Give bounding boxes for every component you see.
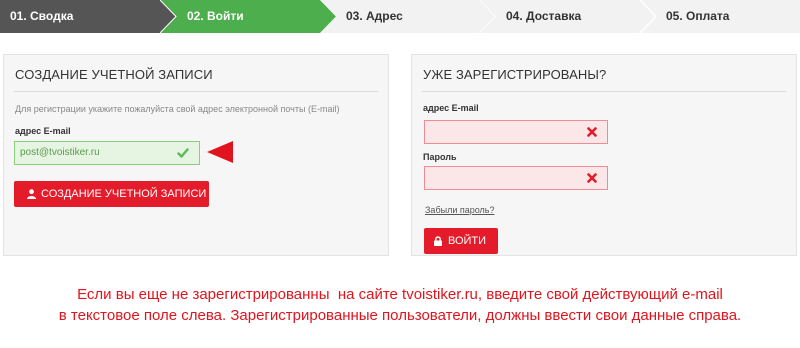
step-login-label: 02. Войти [187, 9, 244, 23]
login-password-label: Пароль [423, 152, 457, 162]
step-delivery-label: 04. Доставка [506, 9, 582, 23]
check-icon [177, 148, 189, 158]
step-payment-label: 05. Оплата [666, 9, 730, 23]
pointer-arrow-icon [207, 141, 233, 163]
close-icon [587, 127, 597, 137]
login-button-label: ВОЙТИ [448, 235, 487, 247]
create-email-input[interactable]: post@tvoistiker.ru [14, 141, 200, 165]
step-login[interactable]: 02. Войти [160, 0, 336, 33]
create-email-value: post@tvoistiker.ru [20, 147, 100, 158]
forgot-password-link[interactable]: Забыли пароль? [425, 205, 494, 215]
create-account-button[interactable]: СОЗДАНИЕ УЧЕТНОЙ ЗАПИСИ [14, 181, 209, 207]
instruction-line-2: в текстовое поле слева. Зарегистрированн… [58, 307, 742, 324]
create-account-hint: Для регистрации укажите пожалуйста свой … [15, 104, 340, 114]
create-account-button-label: СОЗДАНИЕ УЧЕТНОЙ ЗАПИСИ [41, 188, 207, 200]
login-password-input[interactable] [424, 166, 608, 190]
step-payment[interactable]: 05. Оплата [640, 0, 800, 33]
divider [14, 91, 378, 92]
login-button[interactable]: ВОЙТИ [424, 228, 498, 254]
checkout-steps: 01. Сводка 02. Войти 03. Адрес 04. Доста… [0, 0, 800, 33]
instruction-note: Если вы еще не зарегистрированны на сайт… [0, 284, 800, 326]
step-address-label: 03. Адрес [346, 9, 403, 23]
login-panel: УЖЕ ЗАРЕГИСТРИРОВАНЫ? адрес E-mail Парол… [411, 54, 797, 256]
instruction-line-1: Если вы еще не зарегистрированны на сайт… [77, 286, 723, 303]
lock-icon [434, 236, 442, 246]
login-title: УЖЕ ЗАРЕГИСТРИРОВАНЫ? [423, 67, 607, 82]
login-email-label: адрес E-mail [423, 103, 479, 113]
create-account-panel: СОЗДАНИЕ УЧЕТНОЙ ЗАПИСИ Для регистрации … [3, 54, 389, 256]
create-account-title: СОЗДАНИЕ УЧЕТНОЙ ЗАПИСИ [15, 67, 213, 82]
step-summary-label: 01. Сводка [10, 9, 74, 23]
divider [422, 91, 786, 92]
create-email-label: адрес E-mail [15, 126, 71, 136]
user-icon [27, 189, 36, 199]
step-delivery[interactable]: 04. Доставка [480, 0, 656, 33]
login-email-input[interactable] [424, 120, 608, 144]
step-address[interactable]: 03. Адрес [320, 0, 496, 33]
step-summary[interactable]: 01. Сводка [0, 0, 176, 33]
close-icon [587, 173, 597, 183]
